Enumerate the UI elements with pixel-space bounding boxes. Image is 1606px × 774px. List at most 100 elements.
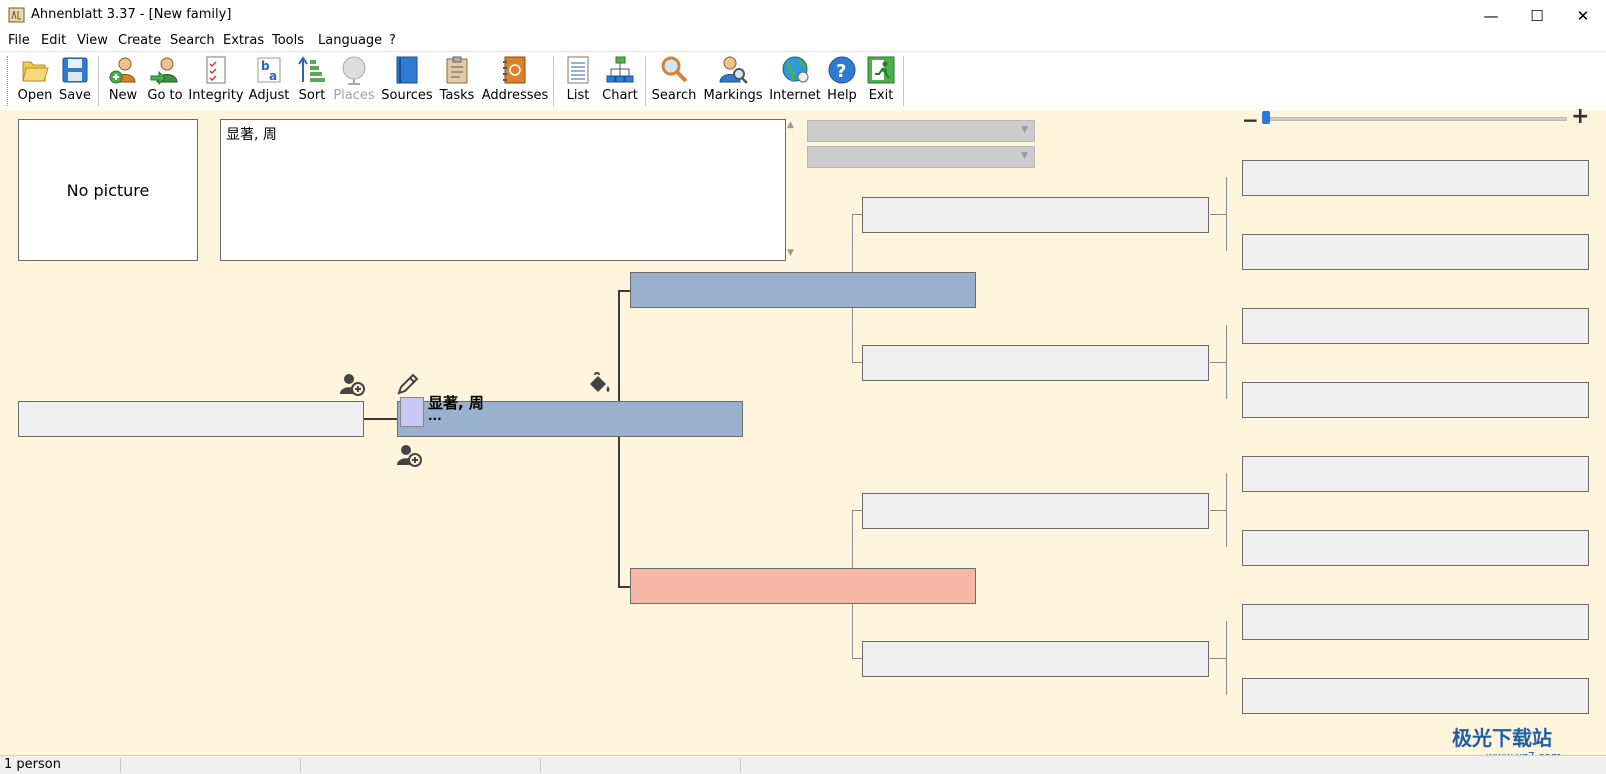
menu-language[interactable]: Language — [318, 33, 382, 48]
connector — [1210, 214, 1226, 215]
great-grandparent-box[interactable] — [1242, 678, 1589, 714]
window-title: Ahnenblatt 3.37 - [New family] — [31, 7, 232, 22]
toolbar-grip[interactable] — [7, 56, 11, 106]
book-icon — [396, 56, 418, 84]
open-button[interactable]: Open — [16, 54, 54, 106]
zoom-in-button[interactable]: + — [1571, 104, 1589, 129]
paternal-grandmother-box[interactable] — [862, 345, 1209, 381]
maximize-button[interactable]: ☐ — [1514, 0, 1560, 31]
adjust-label: Adjust — [248, 88, 290, 103]
great-grandparent-box[interactable] — [1242, 530, 1589, 566]
menu-tools[interactable]: Tools — [272, 33, 304, 48]
connector — [1210, 658, 1226, 659]
list-button[interactable]: List — [562, 54, 594, 106]
paint-bucket-icon[interactable] — [586, 372, 612, 396]
notes-textarea[interactable]: 显著, 周 — [220, 119, 786, 261]
help-button[interactable]: ? Help — [826, 54, 858, 106]
edit-pencil-icon[interactable] — [396, 372, 420, 396]
zoom-out-button[interactable]: − — [1242, 108, 1259, 132]
menu-file[interactable]: File — [8, 33, 30, 48]
notes-text: 显著, 周 — [226, 127, 277, 143]
integrity-label: Integrity — [188, 88, 244, 103]
status-bar: 1 person — [0, 755, 1606, 774]
sort-label: Sort — [298, 88, 326, 103]
great-grandparent-box[interactable] — [1242, 382, 1589, 418]
menu-create[interactable]: Create — [118, 33, 161, 48]
places-label: Places — [333, 88, 375, 103]
mother-box[interactable] — [630, 568, 976, 604]
save-button[interactable]: Save — [58, 54, 92, 106]
chart-button[interactable]: Chart — [600, 54, 640, 106]
menu-help[interactable]: ? — [389, 33, 396, 48]
add-spouse-icon[interactable] — [339, 372, 365, 396]
menu-search[interactable]: Search — [170, 33, 215, 48]
person-search-icon — [719, 56, 748, 84]
toolbar-separator — [645, 56, 646, 106]
sources-label: Sources — [381, 88, 433, 103]
markings-label: Markings — [703, 88, 763, 103]
father-box[interactable] — [630, 272, 976, 308]
open-label: Open — [17, 88, 53, 103]
picture-box[interactable]: No picture — [18, 119, 198, 261]
menu-bar: File Edit View Create Search Extras Tool… — [0, 31, 1606, 51]
connector — [852, 214, 862, 215]
new-person-button[interactable]: New — [104, 54, 142, 106]
great-grandparent-box[interactable] — [1242, 160, 1589, 196]
svg-text:?: ? — [836, 61, 846, 82]
zoom-slider-thumb[interactable] — [1262, 111, 1270, 124]
sort-icon — [298, 56, 325, 82]
places-button: Places — [333, 54, 375, 106]
menu-view[interactable]: View — [77, 33, 108, 48]
addresses-label: Addresses — [481, 88, 549, 103]
clipboard-icon — [446, 56, 468, 84]
goto-button[interactable]: Go to — [146, 54, 184, 106]
integrity-button[interactable]: Integrity — [188, 54, 244, 106]
scroll-up-icon[interactable]: ▲ — [787, 120, 794, 130]
add-child-icon[interactable] — [396, 443, 422, 467]
zoom-slider-track[interactable] — [1265, 117, 1567, 121]
maternal-grandfather-box[interactable] — [862, 493, 1209, 529]
internet-button[interactable]: Internet — [769, 54, 821, 106]
tasks-button[interactable]: Tasks — [438, 54, 476, 106]
connector — [1210, 362, 1226, 363]
addresses-button[interactable]: Addresses — [481, 54, 549, 106]
spouse-connector — [363, 418, 397, 420]
father-connector — [618, 290, 630, 292]
address-book-icon — [503, 56, 526, 84]
tasks-label: Tasks — [439, 88, 475, 103]
scroll-down-icon[interactable]: ▼ — [787, 248, 794, 258]
paternal-grandfather-box[interactable] — [862, 197, 1209, 233]
search-button[interactable]: Search — [652, 54, 696, 106]
chevron-down-icon: ▼ — [1021, 125, 1028, 135]
status-separator — [540, 758, 541, 772]
watermark-brand: 极光下载站 — [1452, 726, 1552, 750]
exit-label: Exit — [868, 88, 894, 103]
minimize-button[interactable]: — — [1468, 0, 1514, 31]
great-grandparent-box[interactable] — [1242, 308, 1589, 344]
family-chart-icon — [606, 56, 634, 83]
connector — [1226, 177, 1227, 251]
toolbar-separator — [553, 56, 554, 106]
spouse-box[interactable] — [18, 401, 364, 437]
globe-disabled-icon — [342, 56, 366, 85]
great-grandparent-box[interactable] — [1242, 456, 1589, 492]
sources-button[interactable]: Sources — [381, 54, 433, 106]
markings-button[interactable]: Markings — [704, 54, 762, 106]
new-label: New — [108, 88, 138, 103]
menu-edit[interactable]: Edit — [41, 33, 66, 48]
folder-open-icon — [22, 61, 49, 82]
sort-button[interactable]: Sort — [294, 54, 330, 106]
menu-extras[interactable]: Extras — [223, 33, 264, 48]
great-grandparent-box[interactable] — [1242, 234, 1589, 270]
filter-dropdown-1[interactable]: ▼ — [807, 120, 1035, 142]
filter-dropdown-2[interactable]: ▼ — [807, 146, 1035, 168]
close-button[interactable]: ✕ — [1560, 0, 1606, 31]
maternal-grandmother-box[interactable] — [862, 641, 1209, 677]
exit-button[interactable]: Exit — [864, 54, 898, 106]
globe-icon — [782, 56, 809, 83]
avatar — [400, 397, 424, 427]
magnifier-icon — [661, 56, 688, 83]
great-grandparent-box[interactable] — [1242, 604, 1589, 640]
help-icon: ? — [828, 56, 856, 84]
adjust-button[interactable]: b a Adjust — [248, 54, 290, 106]
